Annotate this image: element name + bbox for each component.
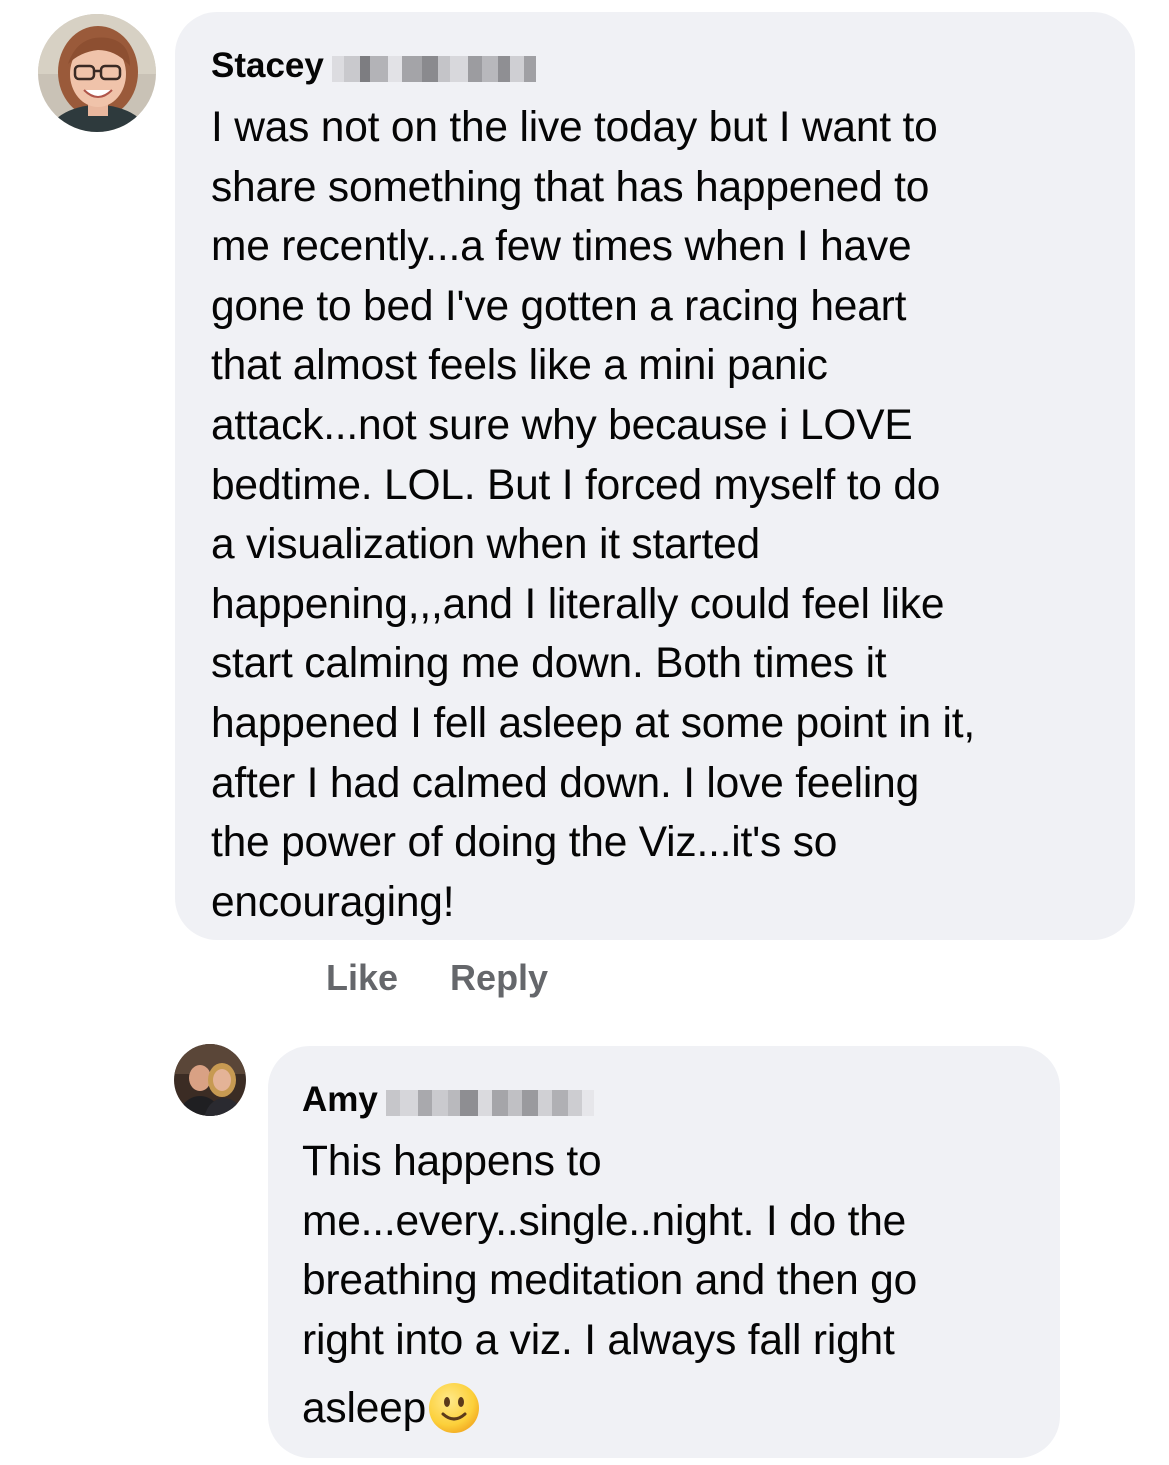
comment-text-line: attack...not sure why because i LOVE bbox=[211, 401, 913, 449]
comment-text-line: I was not on the live today but I want t… bbox=[211, 104, 938, 151]
profile-photo-icon bbox=[38, 14, 156, 132]
comment-bubble: Stacey I was not on the live today but I… bbox=[175, 12, 1135, 940]
comment-text-line: breathing meditation and then go bbox=[302, 1257, 918, 1305]
comment-text-line: share something that has happened to bbox=[211, 163, 930, 211]
reply-bubble: Amy This happens to me...every..single..… bbox=[268, 1046, 1060, 1458]
comment-text: This happens to me...every..single..nigh… bbox=[302, 1132, 1040, 1446]
comment-text-fragment: asleep bbox=[302, 1384, 427, 1432]
comment-author-name[interactable]: Amy bbox=[302, 1080, 378, 1120]
comment-text-line: encouraging! bbox=[211, 878, 455, 926]
stacey-avatar[interactable] bbox=[38, 14, 156, 132]
like-button[interactable]: Like bbox=[326, 957, 398, 999]
comment-text-line-with-emoji: asleep bbox=[302, 1370, 1040, 1446]
comment-text-line: me recently...a few times when I have bbox=[211, 223, 912, 271]
comment-author-name[interactable]: Stacey bbox=[211, 46, 324, 86]
redacted-surname bbox=[331, 56, 536, 82]
profile-photo-icon bbox=[174, 1044, 246, 1116]
comment-text-line: start calming me down. Both times it bbox=[211, 640, 887, 688]
comment-text-line: after I had calmed down. I love feeling bbox=[211, 759, 920, 807]
reply-button[interactable]: Reply bbox=[450, 957, 548, 999]
redacted-surname bbox=[385, 1090, 594, 1116]
comment-header: Stacey bbox=[211, 40, 1105, 92]
comment-text-line: happened I fell asleep at some point in … bbox=[211, 699, 975, 747]
comment-text: I was not on the live today but I want t… bbox=[211, 98, 1105, 932]
slightly-smiling-face-icon bbox=[428, 1382, 480, 1434]
comment-text-line: the power of doing the Viz...it's so bbox=[211, 819, 838, 867]
comment-text-line: This happens to bbox=[302, 1138, 602, 1185]
comment-text-line: bedtime. LOL. But I forced myself to do bbox=[211, 461, 941, 509]
comment-text-line: a visualization when it started bbox=[211, 521, 760, 569]
comment-text-line: that almost feels like a mini panic bbox=[211, 342, 828, 390]
comment-text-line: gone to bed I've gotten a racing heart bbox=[211, 282, 907, 330]
comment-text-line: right into a viz. I always fall right bbox=[302, 1316, 895, 1364]
comment-text-line: me...every..single..night. I do the bbox=[302, 1197, 907, 1245]
amy-avatar[interactable] bbox=[174, 1044, 246, 1116]
comment-text-line: happening,,,and I literally could feel l… bbox=[211, 580, 945, 628]
comment-header: Amy bbox=[302, 1074, 1040, 1126]
comment-actions: Like Reply bbox=[326, 954, 548, 1002]
